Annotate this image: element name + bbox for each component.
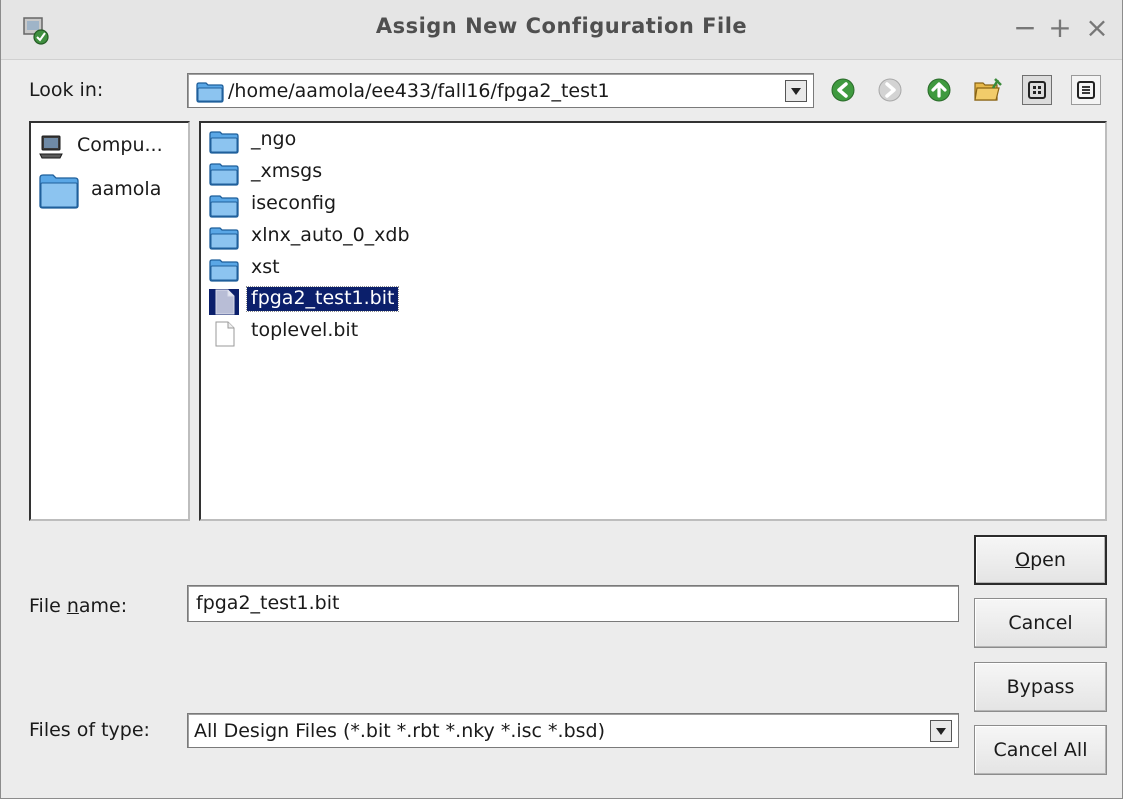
bypass-button[interactable]: Bypass <box>974 662 1107 712</box>
places-panel[interactable]: Compu... aamola <box>29 121 190 521</box>
files-of-type-label: Files of type: <box>29 719 150 741</box>
file-icon <box>215 321 235 347</box>
window-title: Assign New Configuration File <box>375 14 748 38</box>
forward-icon[interactable] <box>877 77 903 103</box>
cancel-all-button[interactable]: Cancel All <box>974 725 1107 775</box>
file-name: fpga2_test1.bit <box>245 286 400 312</box>
folder-icon <box>209 163 239 186</box>
file-name-input[interactable] <box>194 591 944 615</box>
look-in-combo[interactable]: /home/aamola/ee433/fall16/fpga2_test1 <box>187 73 814 108</box>
details-view-icon[interactable] <box>1071 75 1101 105</box>
dialog-window: Assign New Configuration File − + × Look… <box>0 0 1123 799</box>
folder-icon <box>209 195 239 218</box>
computer-icon <box>39 135 63 159</box>
details-view-glyph <box>1077 81 1095 99</box>
file-name: xlnx_auto_0_xdb <box>251 224 410 246</box>
file-name-label-mnemonic: n <box>66 595 79 617</box>
place-computer[interactable]: Compu... <box>39 131 189 165</box>
folder-icon <box>209 227 239 250</box>
open-mnemonic: O <box>1015 549 1031 571</box>
folder-icon <box>209 131 239 154</box>
file-name-label: File name: <box>29 595 127 617</box>
cancel-button[interactable]: Cancel <box>974 598 1107 648</box>
file-name-field[interactable] <box>187 585 959 622</box>
file-name: xst <box>251 256 280 278</box>
file-list[interactable]: _ngo _xmsgs iseconfig xlnx_auto_0_xdb xs… <box>199 121 1107 521</box>
file-icon <box>209 289 239 315</box>
look-in-label: Look in: <box>29 79 104 101</box>
files-of-type-combo[interactable]: All Design Files (*.bit *.rbt *.nky *.is… <box>187 713 959 748</box>
files-of-type-value: All Design Files (*.bit *.rbt *.nky *.is… <box>194 720 606 742</box>
file-name: _xmsgs <box>251 160 323 182</box>
open-button[interactable]: Open <box>974 535 1107 585</box>
chevron-down-icon[interactable] <box>785 80 807 102</box>
file-name-label-pre: File <box>29 595 67 617</box>
place-aamola[interactable]: aamola <box>39 173 189 209</box>
folder-icon <box>196 82 224 103</box>
up-folder-icon[interactable] <box>926 77 952 103</box>
file-name: toplevel.bit <box>251 319 359 341</box>
list-view-glyph <box>1028 81 1046 99</box>
title-bar[interactable]: Assign New Configuration File − + × <box>1 0 1122 60</box>
close-button[interactable]: × <box>1083 10 1111 46</box>
file-name-label-post: ame: <box>78 595 128 617</box>
list-view-icon[interactable] <box>1022 75 1052 105</box>
chevron-down-icon[interactable] <box>930 720 952 742</box>
place-label: Compu... <box>77 134 163 156</box>
file-name: _ngo <box>251 128 297 150</box>
back-icon[interactable] <box>830 77 856 103</box>
maximize-button[interactable]: + <box>1046 10 1074 46</box>
minimize-button[interactable]: − <box>1011 10 1039 46</box>
file-name: iseconfig <box>251 192 337 214</box>
look-in-path: /home/aamola/ee433/fall16/fpga2_test1 <box>228 80 610 102</box>
folder-icon <box>39 174 79 209</box>
new-folder-icon[interactable] <box>973 77 1003 103</box>
open-label-rest: pen <box>1030 549 1066 571</box>
folder-icon <box>209 259 239 282</box>
place-label: aamola <box>91 178 162 200</box>
